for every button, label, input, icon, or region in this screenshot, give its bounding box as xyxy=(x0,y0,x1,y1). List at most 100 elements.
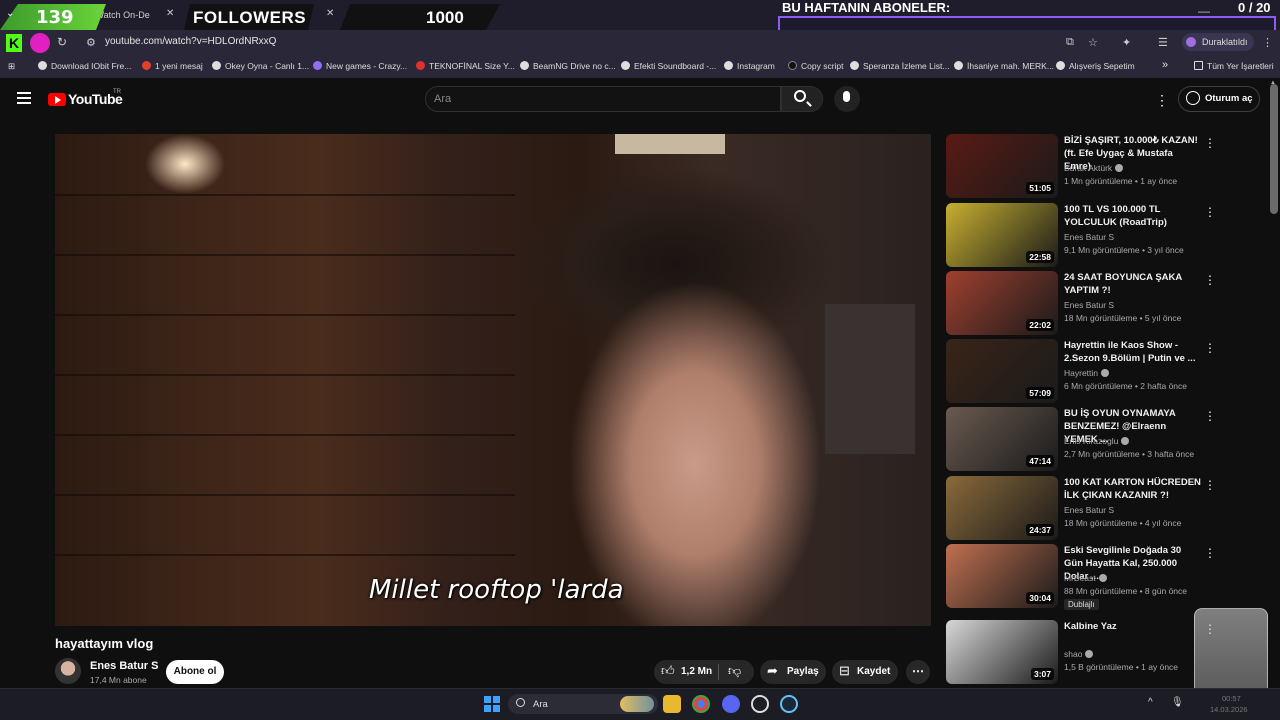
weekly-subs-count: 0 / 20 xyxy=(1238,0,1271,15)
settings-menu-icon[interactable]: ⋮ xyxy=(1155,92,1169,109)
avatar xyxy=(1186,37,1196,47)
media-controls-icon[interactable]: ☰ xyxy=(1158,36,1168,49)
bookmark-star-icon[interactable]: ☆ xyxy=(1088,36,1098,49)
more-options-icon[interactable]: ⋮ xyxy=(1204,273,1216,287)
door xyxy=(825,304,915,454)
globe-icon xyxy=(520,61,529,70)
bookmark-item[interactable]: BeamNG Drive no c... xyxy=(520,61,616,71)
url-text[interactable]: youtube.com/watch?v=HDLOrdNRxxQ xyxy=(105,36,276,47)
bookmark-item[interactable]: TEKNOFİNAL Size Y... xyxy=(416,61,515,71)
all-bookmarks-button[interactable]: Tüm Yer İşaretleri xyxy=(1194,61,1274,71)
file-explorer-icon[interactable] xyxy=(663,695,681,713)
more-options-icon[interactable]: ⋮ xyxy=(1204,341,1216,355)
video-thumbnail[interactable]: 57:09 xyxy=(946,339,1058,403)
clock-date[interactable]: 14.03.2026 xyxy=(1210,705,1248,714)
recommendation-title[interactable]: Kalbine Yaz xyxy=(1064,620,1202,633)
video-player[interactable]: Millet rooftop 'larda xyxy=(55,134,931,626)
video-caption: Millet rooftop 'larda xyxy=(369,575,624,605)
bookmark-item[interactable]: Speranza İzleme List... xyxy=(850,61,949,71)
channel-label: Burak Aktürk xyxy=(1064,163,1113,173)
like-icon[interactable]: 👍︎ xyxy=(661,663,675,679)
recommendation-card[interactable]: 24:37 100 KAT KARTON HÜCREDEN İLK ÇIKAN K… xyxy=(946,476,1266,540)
install-app-icon[interactable]: ⧉ xyxy=(1066,36,1074,49)
recommendation-meta: 9,1 Mn görüntüleme • 3 yıl önce xyxy=(1064,245,1184,255)
discord-icon[interactable] xyxy=(722,695,740,713)
bookmark-item[interactable]: Download IObit Fre... xyxy=(38,61,131,71)
recommendation-card[interactable]: 30:04 Eski Sevgilinle Doğada 30 Gün Hayat… xyxy=(946,544,1266,610)
recommendation-card[interactable]: 22:02 24 SAAT BOYUNCA ŞAKA YAPTIM ?! Enes … xyxy=(946,271,1266,335)
recommendation-card[interactable]: 57:09 Hayrettin ile Kaos Show - 2.Sezon 9… xyxy=(946,339,1266,403)
recommendation-card[interactable]: 51:05 BİZİ ŞAŞIRT, 10.000₺ KAZAN! (ft. Ef… xyxy=(946,134,1266,198)
globe-icon xyxy=(621,61,630,70)
channel-name[interactable]: Enes Batur S xyxy=(90,660,158,672)
more-options-icon[interactable]: ⋮ xyxy=(1204,205,1216,219)
dislike-icon[interactable]: 👎︎ xyxy=(728,663,741,679)
wall-plank xyxy=(55,254,515,256)
more-options-icon[interactable]: ⋮ xyxy=(1204,409,1216,423)
recommendation-channel[interactable]: Enes Batur S xyxy=(1064,505,1114,515)
more-bookmarks-button[interactable]: » xyxy=(1162,59,1168,71)
bookmark-item[interactable]: Efekti Soundboard -... xyxy=(621,61,716,71)
recommendation-card[interactable]: 47:14 BU İŞ OYUN OYNAMAYA BENZEMEZ! @Elra… xyxy=(946,407,1266,471)
recommendation-title[interactable]: 24 SAAT BOYUNCA ŞAKA YAPTIM ?! xyxy=(1064,271,1202,297)
recommendation-channel[interactable]: shao xyxy=(1064,649,1094,659)
recommendation-channel[interactable]: Burak Aktürk xyxy=(1064,163,1124,173)
video-thumbnail[interactable]: 30:04 xyxy=(946,544,1058,608)
video-thumbnail[interactable]: 47:14 xyxy=(946,407,1058,471)
bookmark-item[interactable]: Instagram xyxy=(724,61,775,71)
extensions-icon[interactable]: ✦ xyxy=(1122,36,1131,49)
reload-icon[interactable]: ↻ xyxy=(57,35,67,49)
bookmark-item[interactable]: İhsaniye mah. MERK... xyxy=(954,61,1054,71)
more-options-icon[interactable]: ⋮ xyxy=(1204,478,1216,492)
video-thumbnail[interactable]: 51:05 xyxy=(946,134,1058,198)
recommendation-channel[interactable]: Enes Batur S xyxy=(1064,232,1114,242)
chrome-icon[interactable] xyxy=(692,695,710,713)
taskbar-search-label: Ara xyxy=(533,699,548,710)
more-options-icon[interactable]: ⋮ xyxy=(1204,136,1216,150)
followers-goal-banner xyxy=(340,4,500,30)
like-count[interactable]: 1,2 Mn xyxy=(681,666,712,677)
recommendation-channel[interactable]: MrBeast xyxy=(1064,573,1107,583)
recommendation-title[interactable]: Hayrettin ile Kaos Show - 2.Sezon 9.Bölü… xyxy=(1064,339,1202,365)
apps-grid-icon[interactable]: ⊞ xyxy=(8,61,15,72)
recommendation-channel[interactable]: Hayrettin xyxy=(1064,368,1110,378)
search-input[interactable] xyxy=(425,86,781,112)
chevron-down-icon[interactable]: ⌄ xyxy=(6,8,14,19)
scrollbar[interactable] xyxy=(1270,84,1278,214)
signin-label: Oturum aç xyxy=(1205,93,1253,104)
clock-time[interactable]: 00:57 xyxy=(1222,694,1241,703)
video-thumbnail[interactable]: 24:37 xyxy=(946,476,1058,540)
browser-menu-icon[interactable]: ⋮ xyxy=(1262,36,1273,49)
channel-avatar[interactable] xyxy=(55,658,81,684)
recommendation-card[interactable]: 22:58 100 TL VS 100.000 TL YOLCULUK (Road… xyxy=(946,203,1266,267)
bookmark-item[interactable]: Alışveriş Sepetim xyxy=(1056,61,1135,71)
tab-close-icon[interactable]: ✕ xyxy=(166,8,174,19)
windows-start-icon[interactable] xyxy=(484,696,500,712)
channel-subscribers: 17,4 Mn abone xyxy=(90,675,147,685)
bookmark-label: BeamNG Drive no c... xyxy=(533,61,616,71)
tray-overflow-icon[interactable]: ^ xyxy=(1148,697,1153,708)
bookmark-item[interactable]: 1 yeni mesaj xyxy=(142,61,203,71)
recommendation-channel[interactable]: Enes Batur S xyxy=(1064,300,1114,310)
video-thumbnail[interactable]: 22:58 xyxy=(946,203,1058,267)
steam-icon[interactable] xyxy=(780,695,798,713)
bookmark-item[interactable]: Okey Oyna - Canlı 1... xyxy=(212,61,309,71)
site-info-icon[interactable]: ⚙ xyxy=(86,36,96,49)
recommendation-title[interactable]: 100 TL VS 100.000 TL YOLCULUK (RoadTrip) xyxy=(1064,203,1202,229)
subscribe-button[interactable]: Abone ol xyxy=(166,660,224,684)
menu-icon[interactable] xyxy=(17,92,31,104)
microphone-icon[interactable]: 🎙︎ xyxy=(1171,697,1184,708)
bookmark-item[interactable]: Copy script xyxy=(788,61,844,71)
verified-icon xyxy=(1098,574,1107,582)
bookmark-item[interactable]: New games - Crazy... xyxy=(313,61,407,71)
kick-extension-icon[interactable]: K xyxy=(6,34,22,52)
recommendation-channel[interactable]: Enis Kirazoglu xyxy=(1064,436,1130,446)
extension-icon[interactable] xyxy=(30,33,50,53)
video-thumbnail[interactable]: 3:07 xyxy=(946,620,1058,684)
tab-close-icon[interactable]: ✕ xyxy=(326,8,334,19)
more-options-icon[interactable]: ⋮ xyxy=(1204,546,1216,560)
recommendation-title[interactable]: 100 KAT KARTON HÜCREDEN İLK ÇIKAN KAZANI… xyxy=(1064,476,1202,502)
obs-icon[interactable] xyxy=(751,695,769,713)
video-thumbnail[interactable]: 22:02 xyxy=(946,271,1058,335)
recommendation-meta: 1,5 B görüntüleme • 1 ay önce xyxy=(1064,662,1179,672)
